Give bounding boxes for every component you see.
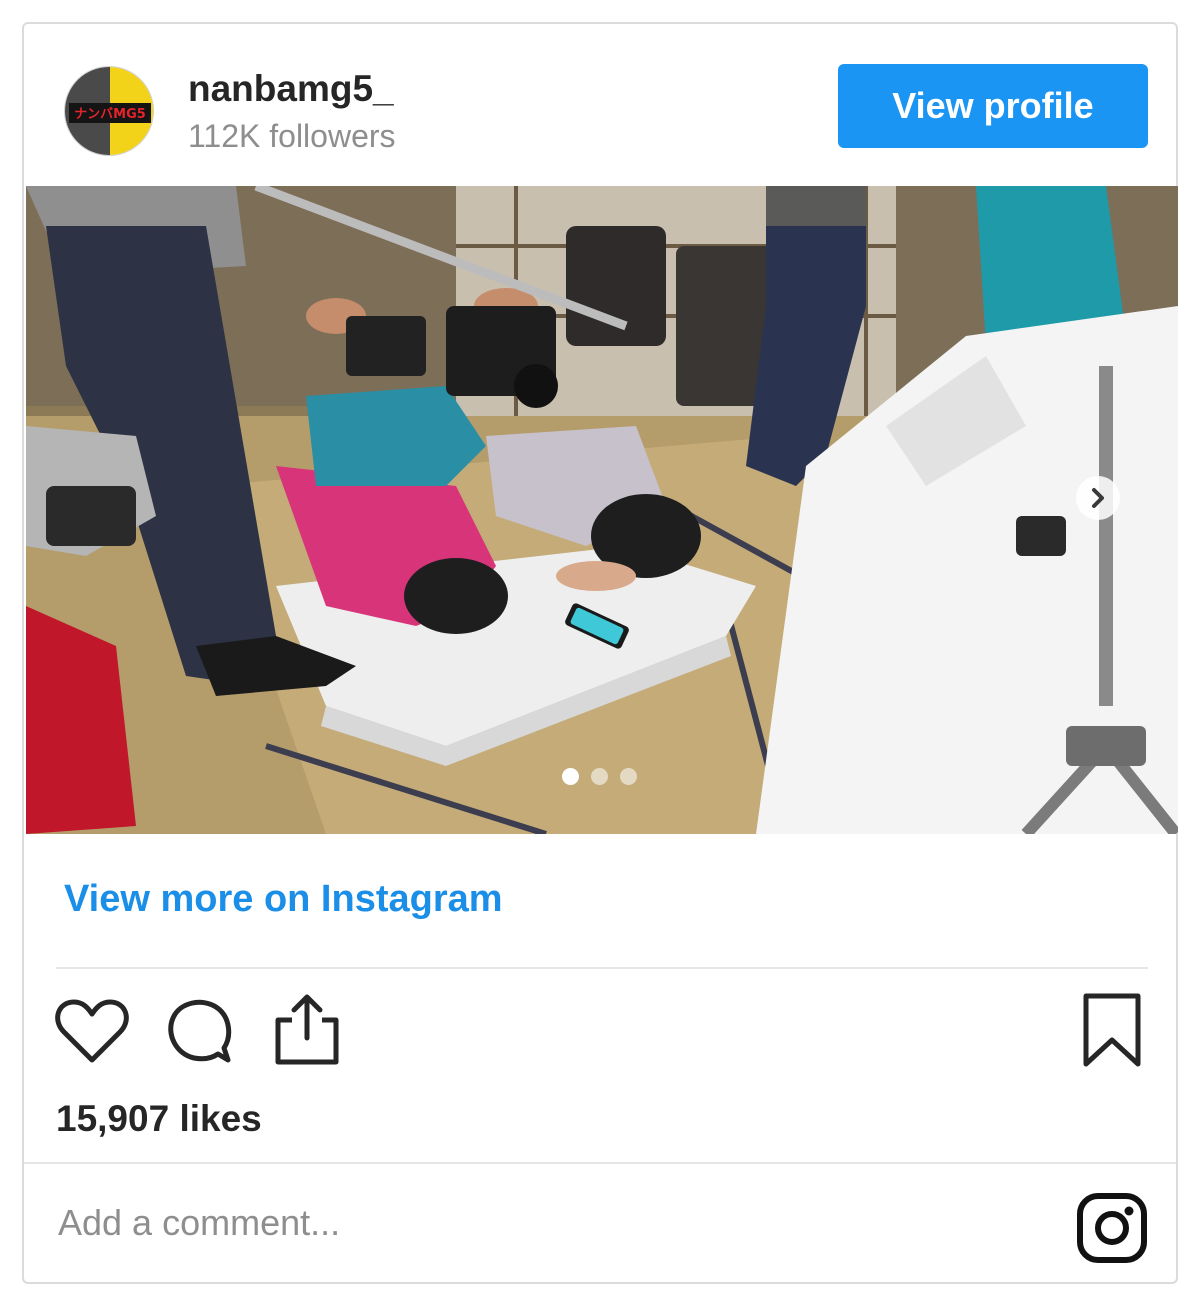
share-button[interactable] bbox=[272, 992, 342, 1073]
heart-icon bbox=[54, 999, 130, 1070]
comment-icon bbox=[164, 999, 236, 1072]
username[interactable]: nanbamg5_ bbox=[188, 68, 394, 110]
avatar[interactable]: ナンバMG5 bbox=[64, 66, 154, 156]
avatar-logo-text: ナンバMG5 bbox=[74, 107, 146, 122]
carousel-dots bbox=[562, 768, 637, 785]
comment-input[interactable] bbox=[56, 1180, 1040, 1266]
chevron-right-icon bbox=[1088, 486, 1108, 510]
divider bbox=[56, 967, 1148, 969]
instagram-logo-button[interactable] bbox=[1076, 1192, 1148, 1269]
carousel-dot-3[interactable] bbox=[620, 768, 637, 785]
share-icon bbox=[272, 994, 342, 1072]
save-button[interactable] bbox=[1080, 992, 1144, 1073]
like-count: 15,907 likes bbox=[56, 1098, 262, 1139]
instagram-icon bbox=[1076, 1193, 1148, 1268]
action-bar bbox=[24, 988, 1176, 1078]
follower-count: 112K followers bbox=[188, 118, 396, 154]
post-photo[interactable] bbox=[26, 186, 1178, 834]
view-more-link[interactable]: View more on Instagram bbox=[64, 878, 503, 921]
post-header: ナンバMG5 nanbamg5_ 112K followers View pro… bbox=[24, 24, 1176, 188]
bookmark-icon bbox=[1080, 993, 1144, 1072]
carousel-dot-1[interactable] bbox=[562, 768, 579, 785]
carousel-next-button[interactable] bbox=[1076, 476, 1120, 520]
view-profile-button[interactable]: View profile bbox=[838, 64, 1148, 148]
film-set-photo bbox=[26, 186, 1178, 834]
like-button[interactable] bbox=[54, 996, 130, 1071]
carousel-dot-2[interactable] bbox=[591, 768, 608, 785]
instagram-embed-card: ナンバMG5 nanbamg5_ 112K followers View pro… bbox=[22, 22, 1178, 1284]
comment-button[interactable] bbox=[164, 996, 236, 1073]
divider bbox=[24, 1162, 1176, 1164]
